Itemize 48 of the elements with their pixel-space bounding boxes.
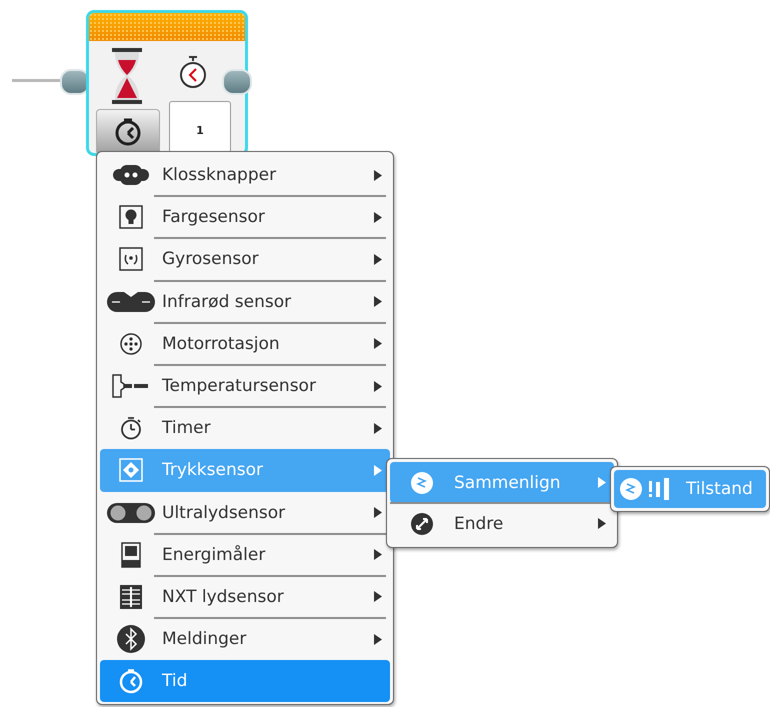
menu-item[interactable]: NXT lydsensor [100,576,390,618]
submenu-arrow-icon [374,422,382,434]
motor-rotation-icon [119,332,143,356]
menu-item[interactable]: Fargesensor [100,196,390,238]
stopwatch-icon [114,117,142,147]
stopwatch-icon [119,416,143,440]
submenu-arrow-icon [374,338,382,350]
sequence-plug [222,69,252,95]
submenu-arrow-icon [374,254,382,265]
submenu-arrow-icon [598,477,606,488]
temperature-sensor-icon [111,374,151,398]
infrared-sensor-icon [106,290,156,313]
menu-item[interactable]: Motorrotasjon [100,322,390,365]
menu-item[interactable]: Temperatursensor [100,364,390,408]
menu-item[interactable]: Timer [100,407,390,450]
submenu-arrow-icon [374,634,382,645]
submenu-arrow-icon [374,296,382,308]
compare-icon [410,470,434,494]
stopwatch-icon [179,55,207,89]
gyro-sensor-icon [119,247,143,272]
submenu-arrow-icon [598,518,606,529]
submenu-arrow-icon [374,380,382,392]
bluetooth-icon [116,624,146,654]
mode-selector-button[interactable] [96,109,160,153]
ultrasonic-sensor-icon [106,502,156,524]
menu-item[interactable]: Ultralydsensor [100,492,390,534]
wait-block[interactable]: 1 [86,10,248,156]
submenu-arrow-icon [374,170,382,181]
menu-item[interactable]: Infrarød sensor [100,280,390,323]
submenu-arrow-icon [374,549,382,560]
brick-buttons-icon [112,164,150,186]
menu-item[interactable]: Gyrosensor [100,238,390,281]
submenu-arrow-icon [374,212,382,223]
sequence-wire [12,79,62,82]
value-input[interactable]: 1 [169,101,231,153]
stopwatch-icon [118,668,144,694]
submenu-arrow-icon [374,464,382,476]
submenu-arrow-icon [374,591,382,602]
energy-meter-icon [121,542,141,568]
submenu-arrow-icon [374,507,382,518]
menu-item[interactable]: Energimåler [100,534,390,576]
menu-item[interactable]: Klossknapper [100,154,390,196]
touch-sensor-icon [119,458,143,482]
sound-sensor-icon [119,584,143,610]
menu-item[interactable]: Meldinger [100,618,390,660]
hourglass-icon [112,48,142,104]
menu-item[interactable]: Endre [390,503,614,544]
color-sensor-icon [119,205,143,230]
